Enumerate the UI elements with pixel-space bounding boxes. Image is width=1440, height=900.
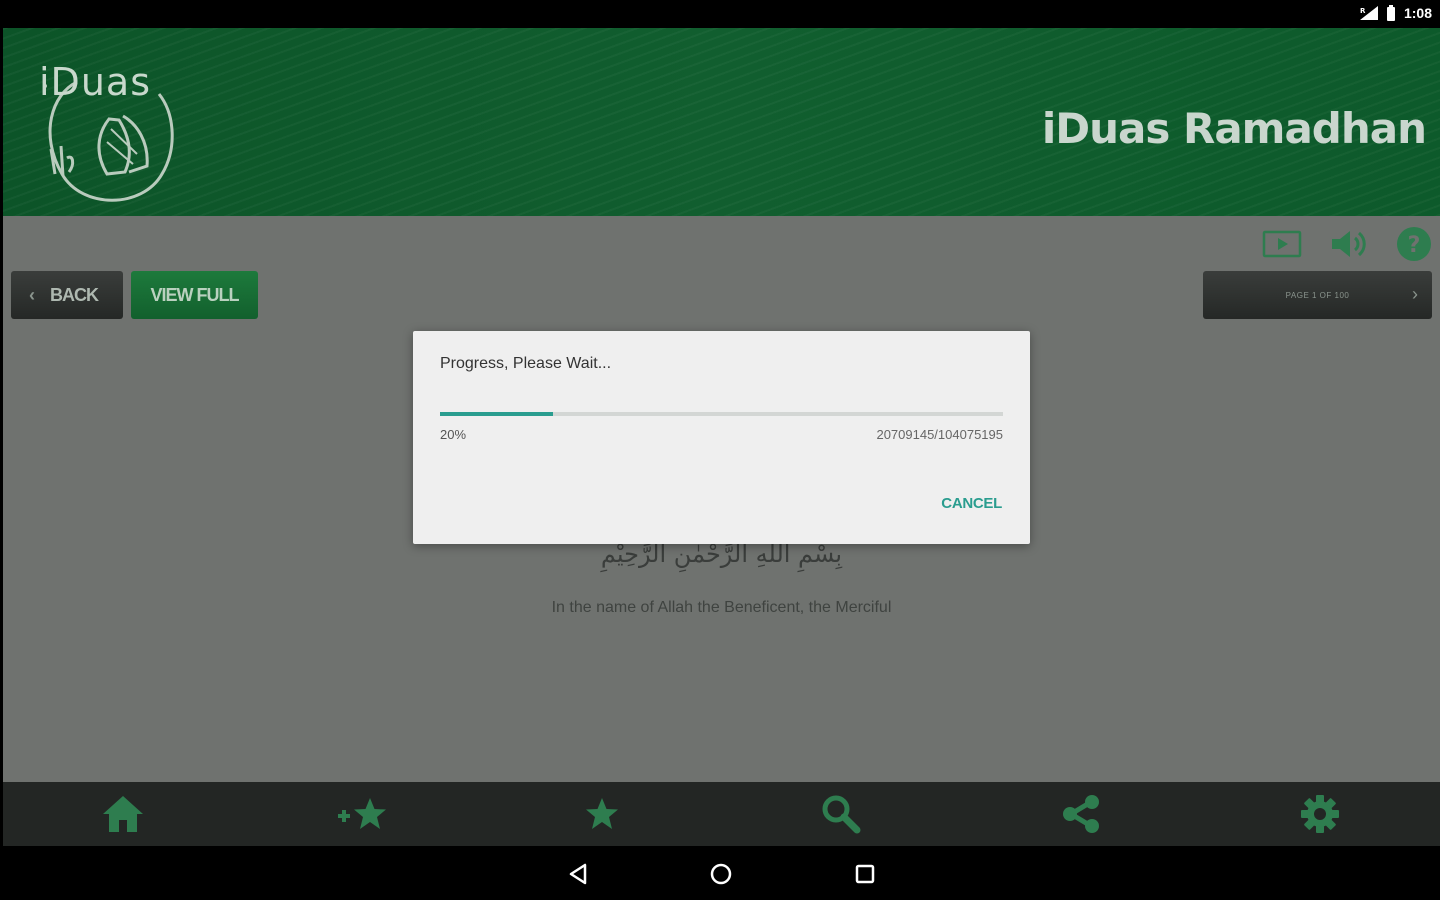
page-next-button[interactable]: PAGE 1 OF 100 › — [1203, 271, 1432, 319]
app-header: iDuas iDuas Ramadhan — [3, 28, 1440, 216]
settings-icon — [1301, 795, 1340, 833]
favorites-icon — [585, 798, 618, 829]
nav-share[interactable] — [961, 782, 1201, 846]
bottom-navigation — [3, 782, 1440, 846]
progress-dialog: Progress, Please Wait... 20% 20709145/10… — [413, 331, 1030, 544]
progress-bar — [440, 412, 1003, 416]
nav-favorites[interactable] — [482, 782, 722, 846]
share-icon — [1062, 795, 1099, 833]
nav-settings[interactable] — [1201, 782, 1440, 846]
clock: 1:08 — [1403, 5, 1432, 21]
status-bar: R 1:08 — [0, 0, 1440, 28]
system-home-button[interactable] — [707, 860, 735, 888]
video-icon[interactable] — [1262, 224, 1302, 264]
speaker-icon[interactable] — [1328, 224, 1368, 264]
system-navigation-bar — [0, 846, 1440, 900]
progress-count: 20709145/104075195 — [876, 427, 1003, 442]
svg-text:R: R — [1360, 7, 1366, 15]
back-label: BACK — [50, 284, 99, 305]
system-back-button[interactable] — [564, 860, 592, 888]
nav-home[interactable] — [3, 782, 243, 846]
chevron-right-icon: › — [1412, 284, 1418, 304]
search-icon — [822, 795, 861, 834]
home-circle-icon — [710, 863, 732, 885]
media-toolbar: ? — [1262, 224, 1434, 264]
progress-bar-fill — [440, 412, 553, 416]
status-icons: R 1:08 — [1359, 5, 1432, 21]
progress-percent: 20% — [440, 427, 467, 442]
nav-search[interactable] — [722, 782, 962, 846]
back-triangle-icon — [569, 863, 587, 885]
back-button[interactable]: ‹ BACK — [11, 271, 123, 319]
add-favorite-icon — [338, 798, 387, 829]
view-full-button[interactable]: VIEW FULL — [131, 271, 258, 319]
help-icon[interactable]: ? — [1394, 224, 1434, 264]
svg-text:?: ? — [1408, 233, 1421, 258]
chevron-left-icon: ‹ — [29, 284, 35, 305]
translation-text: In the name of Allah the Beneficent, the… — [551, 599, 892, 616]
dialog-title: Progress, Please Wait... — [440, 355, 612, 372]
app-logo: iDuas — [37, 54, 177, 204]
cancel-button[interactable]: CANCEL — [941, 495, 1002, 512]
home-icon — [102, 796, 143, 832]
recents-square-icon — [855, 864, 875, 884]
logo-text: iDuas — [39, 60, 151, 104]
view-full-label: VIEW FULL — [150, 284, 240, 305]
app-title: iDuas Ramadhan — [1041, 104, 1427, 153]
arabic-text: بِسْمِ اللّٰهِ الرَّحْمٰنِ الرَّحِيْمِ — [600, 540, 843, 568]
app-screen: iDuas iDuas Ramadhan ? ‹ BACK VIEW FULL … — [3, 28, 1440, 846]
page-indicator: PAGE 1 OF 100 — [1285, 290, 1350, 300]
signal-icon: R — [1359, 6, 1378, 20]
nav-add-favorite[interactable] — [243, 782, 483, 846]
system-recents-button[interactable] — [851, 860, 879, 888]
battery-icon — [1386, 5, 1396, 21]
